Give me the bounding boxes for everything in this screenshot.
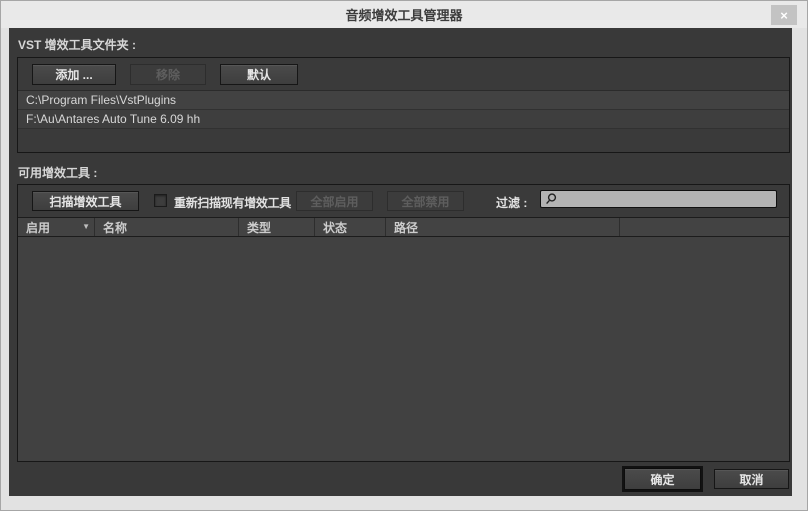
titlebar[interactable]: 音频增效工具管理器 × [1, 1, 807, 28]
scan-plugins-button[interactable]: 扫描增效工具 [32, 191, 139, 211]
chevron-down-icon[interactable]: ▼ [82, 223, 90, 231]
rescan-checkbox-label[interactable]: 重新扫描现有增效工具 [174, 194, 291, 211]
plugin-manager-dialog: 音频增效工具管理器 × VST 增效工具文件夹 : 添加 ... 移除 默认 C… [0, 0, 808, 511]
ok-button[interactable]: 确定 [624, 468, 701, 490]
default-folders-button[interactable]: 默认 [220, 64, 298, 85]
vst-folders-group: 添加 ... 移除 默认 C:\Program Files\VstPlugins… [17, 57, 790, 153]
rescan-checkbox[interactable] [154, 194, 167, 207]
folder-row[interactable]: C:\Program Files\VstPlugins [18, 91, 789, 110]
filter-input[interactable] [557, 192, 772, 206]
vst-folder-list: C:\Program Files\VstPlugins F:\Au\Antare… [18, 90, 789, 129]
column-header-enable[interactable]: 启用 ▼ [18, 218, 94, 236]
close-button[interactable]: × [771, 5, 797, 25]
vst-folder-toolbar: 添加 ... 移除 默认 [32, 64, 298, 85]
column-header-path[interactable]: 路径 [385, 218, 619, 236]
disable-all-button: 全部禁用 [387, 191, 464, 211]
plugins-table-header: 启用 ▼ 名称 类型 状态 路径 [18, 217, 789, 237]
available-plugins-label: 可用增效工具 : [18, 166, 98, 180]
dialog-body: VST 增效工具文件夹 : 添加 ... 移除 默认 C:\Program Fi… [9, 28, 792, 496]
cancel-button[interactable]: 取消 [714, 469, 789, 489]
column-header-status[interactable]: 状态 [314, 218, 385, 236]
remove-folder-button: 移除 [130, 64, 206, 85]
filter-search-box[interactable] [540, 190, 777, 208]
add-folder-button[interactable]: 添加 ... [32, 64, 116, 85]
dialog-title: 音频增效工具管理器 [345, 8, 463, 23]
column-header-spacer [619, 218, 789, 236]
available-plugins-group: 扫描增效工具 重新扫描现有增效工具 全部启用 全部禁用 过滤 : 启用 ▼ 名称 [17, 184, 790, 462]
enable-all-button: 全部启用 [296, 191, 373, 211]
close-icon: × [780, 7, 788, 23]
vst-folders-label: VST 增效工具文件夹 : [18, 38, 137, 52]
column-header-name[interactable]: 名称 [94, 218, 238, 236]
filter-label: 过滤 : [496, 196, 528, 210]
column-header-type[interactable]: 类型 [238, 218, 314, 236]
search-icon [546, 193, 557, 205]
folder-row[interactable]: F:\Au\Antares Auto Tune 6.09 hh [18, 110, 789, 129]
plugins-table-body [18, 237, 789, 461]
